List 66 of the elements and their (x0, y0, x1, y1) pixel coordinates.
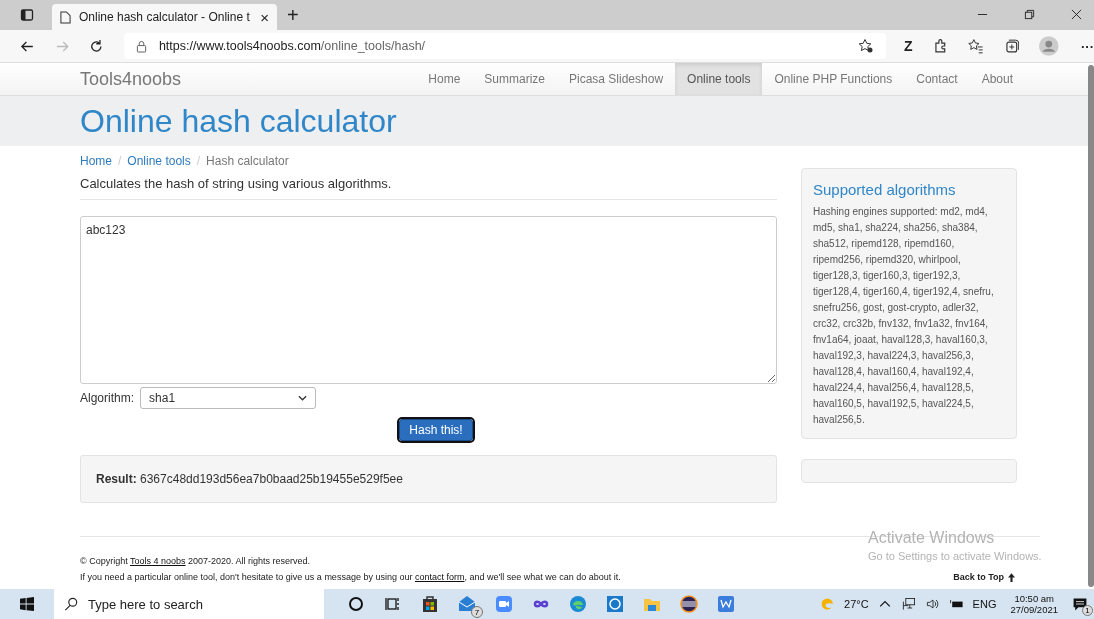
sidebar-title: Supported algorithms (813, 181, 957, 198)
lock-icon (135, 39, 147, 53)
footer-note: If you need a particular online tool, don't hesitate to give us a message by using our contact form, and we'll see what we can do about it. (80, 571, 621, 584)
extension-button[interactable]: Z (904, 38, 913, 54)
breadcrumb-link[interactable]: Home (80, 154, 112, 168)
site-link[interactable]: Tools 4 noobs (130, 556, 186, 566)
collections-icon[interactable] (1003, 38, 1020, 54)
url-text: https://www.tools4noobs.com/online_tools/hash/ (158, 39, 427, 53)
activation-message: Go to Settings to activate Windows. (868, 550, 1042, 562)
nav-link[interactable]: Home (416, 63, 473, 95)
store-bag-icon[interactable] (420, 594, 440, 614)
nav-link[interactable]: Picasa Slideshow (557, 63, 676, 95)
breadcrumb-link[interactable]: Online tools (127, 154, 191, 168)
taskbar-search-field[interactable]: Type here to search (54, 589, 324, 619)
add-favorite-icon[interactable] (858, 38, 875, 54)
copyright-text: © Copyright Tools 4 noobs 2007-2020. All rights reserved. (80, 555, 311, 568)
nav-link[interactable]: Online PHP Functions (762, 63, 905, 95)
breadcrumb-separator: / (118, 154, 122, 168)
new-tab-button[interactable]: + (287, 4, 299, 27)
page-icon (60, 10, 71, 24)
search-icon (64, 597, 78, 611)
language-indicator[interactable]: ENG (972, 598, 997, 610)
refresh-icon[interactable] (89, 38, 104, 54)
notifications-icon[interactable] (1072, 596, 1088, 612)
algorithm-label: Algorithm: (80, 391, 135, 405)
clock[interactable]: 10:50 am 27/09/2021 (1010, 593, 1058, 615)
close-icon[interactable] (1071, 9, 1082, 20)
restore-icon[interactable] (1024, 9, 1035, 20)
algorithms-text: Hashing engines supported: md2, md4, md5, sha1, sha224, sha256, sha384, sha512, ripemd128, ripemd160, ripemd256, ripemd320, whirlpool, tiger128,3, tiger160,3, tiger192,3, tiger128,4, tiger160,4, tiger192,4, snefru, snefru256, gost, gost-crypto, adler32, crc32, crc32b, fnv132, fnv1a32, fnv164, fnv1a64, joaat, haval128,3, haval160,3, haval192,3, haval224,3, haval256,3, haval128,4, haval160,4, haval192,4, haval224,4, haval256,4, haval128,5, haval160,5, haval192,5, haval224,5, haval256,5. (813, 205, 995, 427)
page-title: Online hash calculator (80, 102, 398, 140)
nav-link[interactable]: About (969, 63, 1025, 95)
document-app-icon[interactable] (716, 594, 736, 614)
algorithm-dropdown[interactable]: sha1 (140, 387, 317, 409)
favorites-icon[interactable] (968, 38, 984, 54)
nav-link[interactable]: Contact (904, 63, 970, 95)
site-brand-link[interactable]: Tools4noobs (80, 68, 182, 90)
description-text: Calculates the hash of string using various algorithms. (80, 176, 777, 200)
scrollbar[interactable] (1088, 65, 1094, 587)
breadcrumb-current: Hash calculator (206, 154, 289, 168)
notification-count-badge: 1 (1082, 605, 1093, 616)
browser-tab[interactable]: Online hash calculator - Online t × (52, 4, 277, 30)
activation-title: Activate Windows (868, 529, 996, 547)
breadcrumb-separator: / (196, 154, 201, 168)
chat-app-icon[interactable] (605, 594, 625, 614)
chevron-icon (298, 395, 308, 401)
more-menu-button[interactable]: ··· (1081, 38, 1094, 54)
video-camera-icon[interactable] (494, 594, 514, 614)
mail-count-badge: 7 (471, 606, 483, 618)
mail-icon[interactable] (457, 594, 477, 614)
nav-link[interactable]: Summarize (472, 63, 557, 95)
tab-actions-icon[interactable] (20, 8, 34, 22)
speaker-icon[interactable] (924, 596, 941, 612)
windows-start-icon[interactable] (20, 597, 34, 611)
hash-button[interactable]: Hash this! (399, 419, 473, 441)
text-input-area[interactable]: abc123 (80, 216, 777, 384)
nav-link[interactable]: Online tools (675, 63, 763, 95)
temperature-text[interactable]: 27°C (844, 598, 869, 610)
network-icon[interactable] (900, 596, 917, 612)
close-tab-button[interactable]: × (260, 8, 269, 26)
profile-avatar-icon[interactable] (1039, 36, 1059, 56)
edge-browser-icon[interactable] (568, 594, 588, 614)
cortana-icon[interactable] (346, 594, 366, 614)
back-to-top-link[interactable]: Back to Top (953, 572, 1004, 582)
result-text: Result: 6367c48dd193d56ea7b0baad25b19455e529f5ee (96, 472, 403, 486)
arrow-up-icon[interactable] (1008, 572, 1015, 582)
address-bar[interactable]: https://www.tools4noobs.com/online_tools/hash/ (123, 33, 887, 59)
